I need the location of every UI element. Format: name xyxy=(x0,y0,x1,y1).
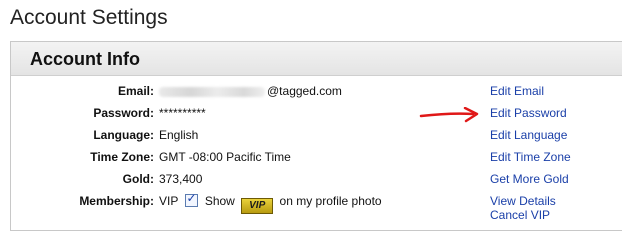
timezone-label: Time Zone: xyxy=(90,150,154,164)
membership-row-2: Cancel VIP xyxy=(11,205,621,225)
password-value: ********** xyxy=(159,106,206,120)
email-row: Email: @tagged.com Edit Email xyxy=(11,81,621,101)
timezone-row: Time Zone: GMT -08:00 Pacific Time Edit … xyxy=(11,147,621,167)
page-title: Account Settings xyxy=(10,6,168,29)
edit-timezone-link[interactable]: Edit Time Zone xyxy=(490,147,571,167)
password-row: Password: ********** Edit Password xyxy=(11,103,621,123)
account-info-panel: Account Info Email: @tagged.com Edit Ema… xyxy=(10,41,622,231)
redacted-email-blur xyxy=(159,86,265,97)
edit-language-link[interactable]: Edit Language xyxy=(490,125,567,145)
edit-email-link[interactable]: Edit Email xyxy=(490,81,544,101)
email-domain: @tagged.com xyxy=(267,84,342,98)
language-label: Language: xyxy=(93,128,154,142)
email-value: @tagged.com xyxy=(159,81,342,101)
language-value: English xyxy=(159,128,199,142)
panel-header: Account Info xyxy=(11,42,622,76)
gold-row: Gold: 373,400 Get More Gold xyxy=(11,169,621,189)
gold-label: Gold: xyxy=(122,172,154,186)
edit-password-link[interactable]: Edit Password xyxy=(490,103,567,123)
language-row: Language: English Edit Language xyxy=(11,125,621,145)
timezone-value: GMT -08:00 Pacific Time xyxy=(159,150,291,164)
email-label: Email: xyxy=(117,84,154,98)
password-label: Password: xyxy=(93,106,154,120)
red-arrow-icon xyxy=(419,107,479,123)
cancel-vip-link[interactable]: Cancel VIP xyxy=(490,205,550,225)
gold-value: 373,400 xyxy=(159,172,203,186)
checkbox-checked-icon: ✓ xyxy=(186,191,197,205)
get-more-gold-link[interactable]: Get More Gold xyxy=(490,169,569,189)
panel-title: Account Info xyxy=(30,49,140,69)
